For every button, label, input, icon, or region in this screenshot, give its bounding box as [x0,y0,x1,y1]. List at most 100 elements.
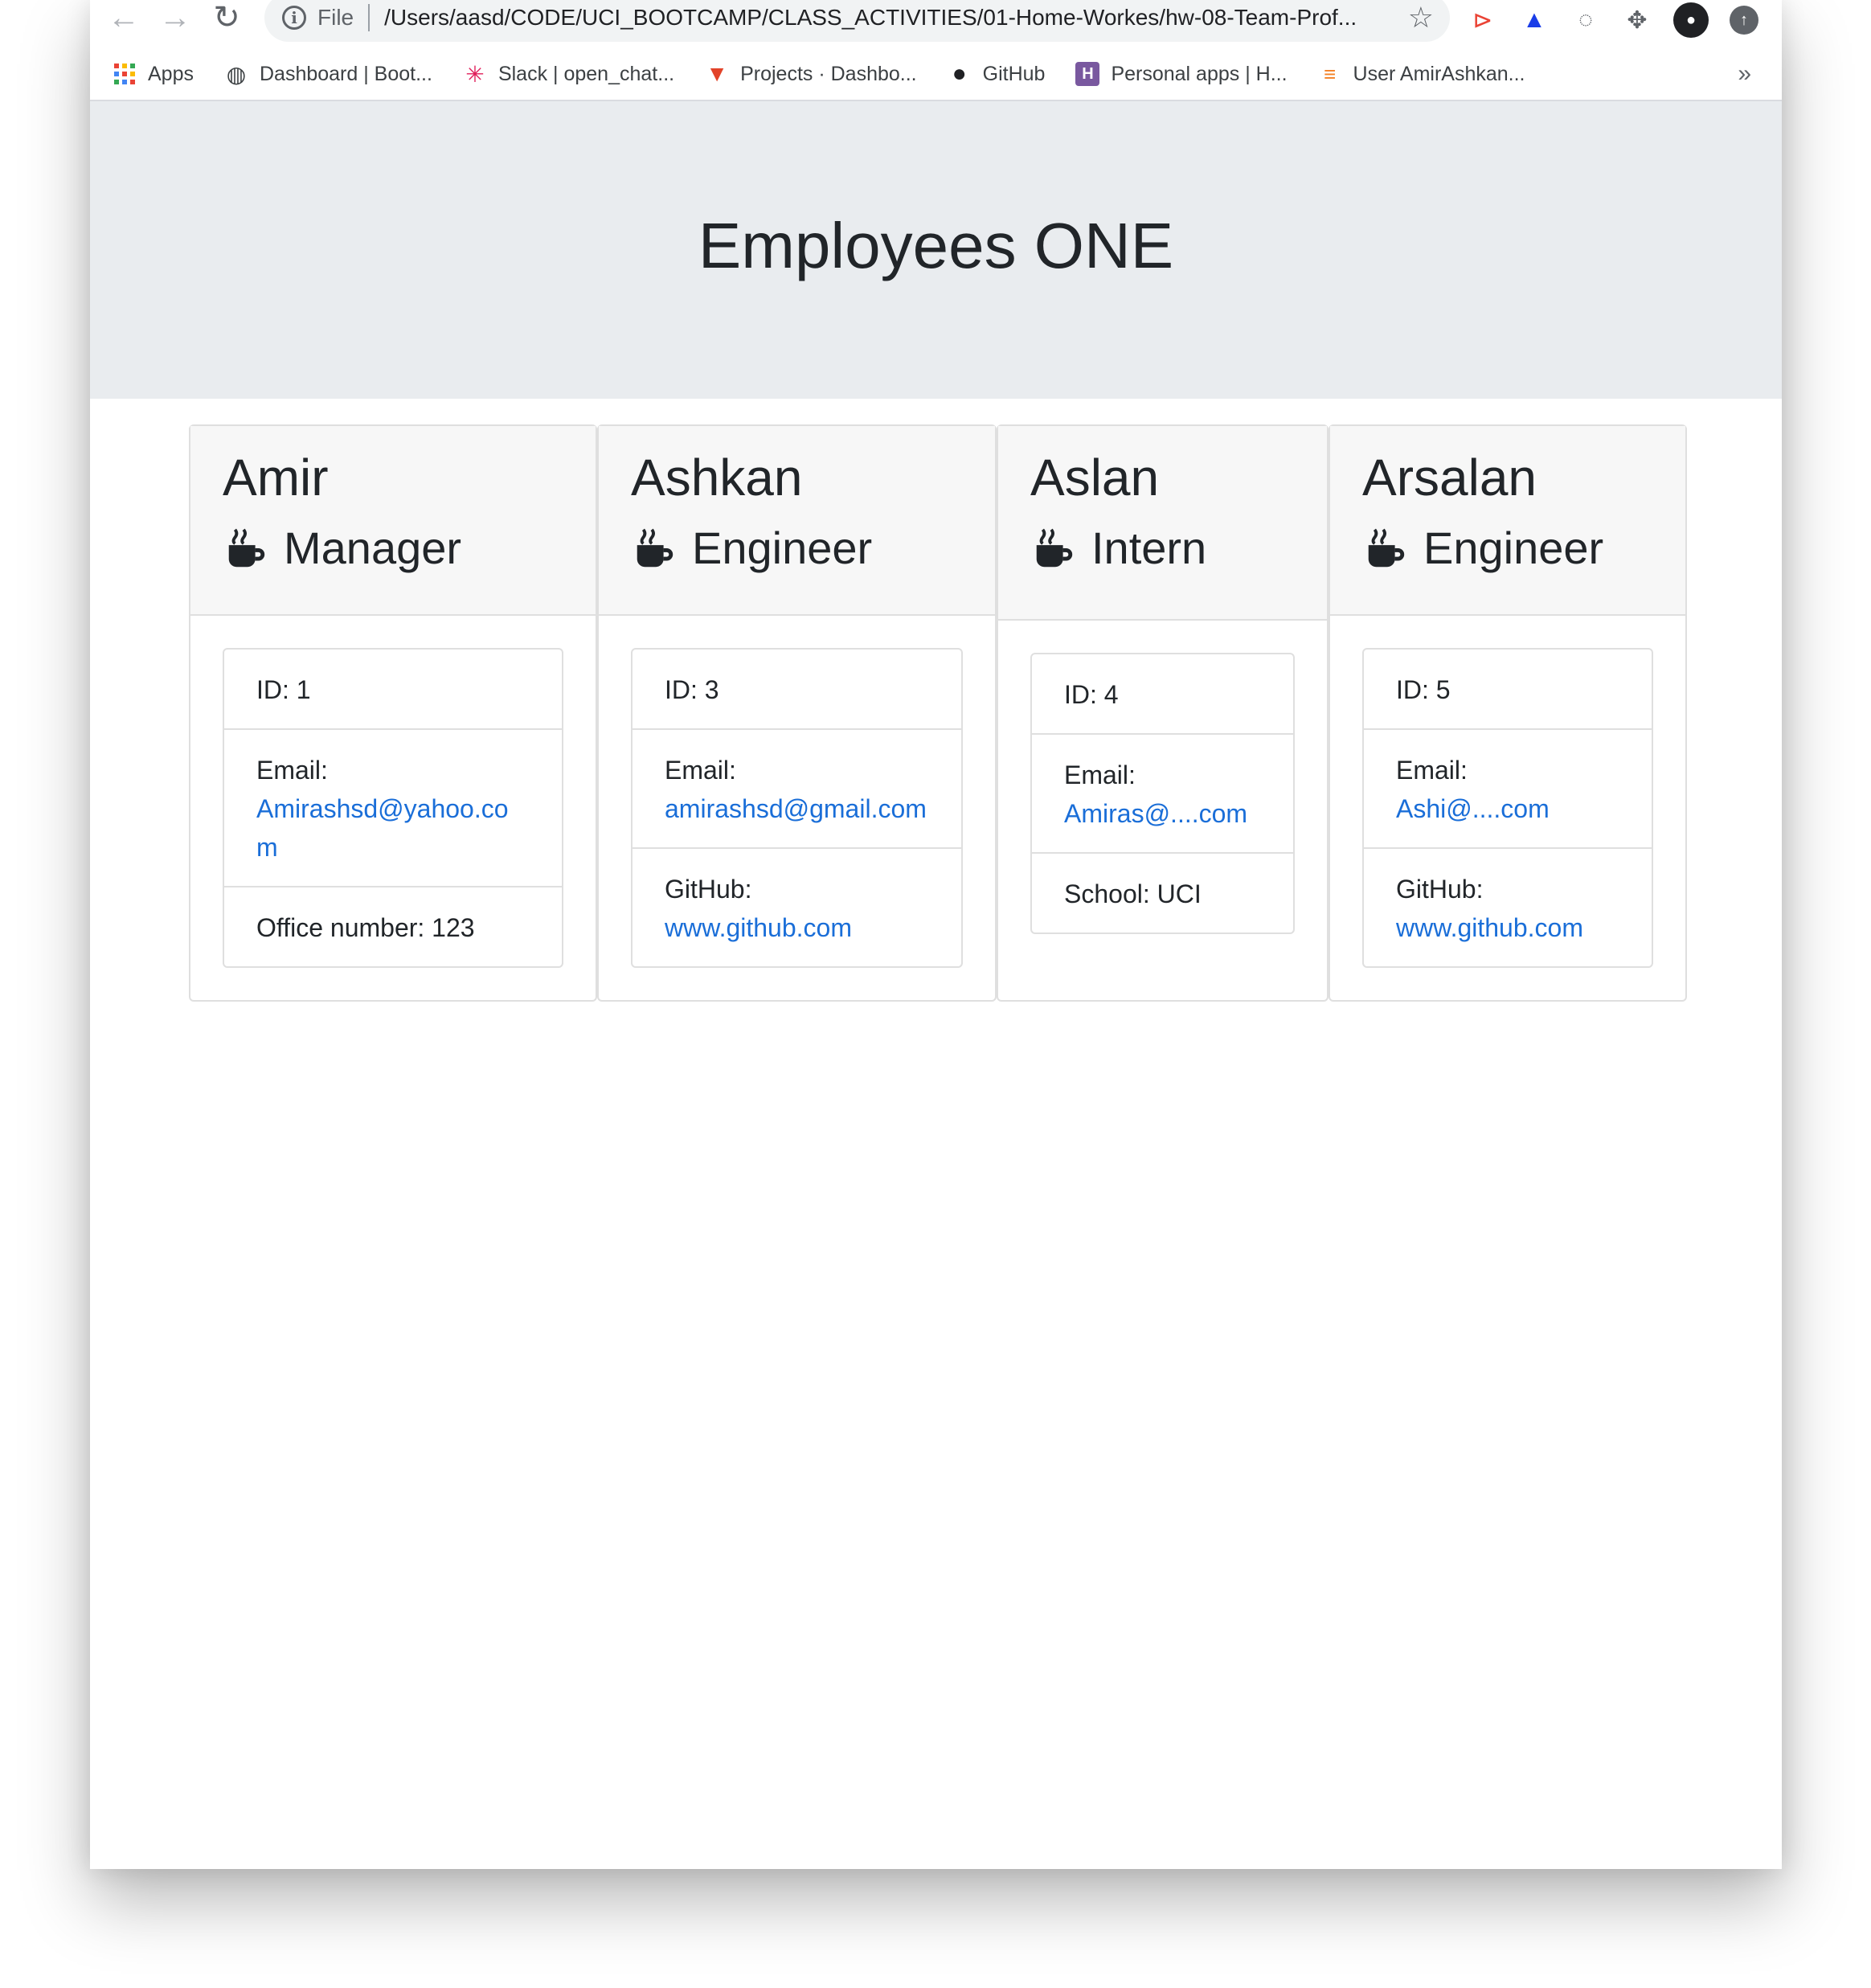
bookmark-slack[interactable]: ✳ Slack | open_chat... [463,61,675,87]
employee-name: Arsalan [1362,449,1537,506]
employee-role-label: Engineer [1423,523,1604,573]
card-header: Arsalan Engineer [1330,426,1685,616]
employee-email-item: Email: amirashsd@gmail.com [633,730,961,849]
page-title: Employees ONE [698,210,1174,281]
info-list: ID: 1 Email: Amirashsd@yahoo.com Office … [223,648,563,968]
card-body: ID: 4 Email: Amiras@....com School: UCI [998,621,1327,966]
bookmark-label: GitHub [982,62,1046,85]
extensions-area: ⊳ ▲ ◌ ✥ ● ↑ [1468,0,1758,40]
bookmark-label: Apps [148,62,194,85]
employee-name: Aslan [1030,449,1160,506]
jumbotron-header: Employees ONE [90,101,1782,399]
bookmark-gitlab[interactable]: ▼ Projects · Dashbo... [705,61,917,86]
globe-icon: ◍ [226,61,247,87]
slack-icon: ✳ [465,61,485,87]
github-label: GitHub: [665,875,752,904]
email-link[interactable]: Ashi@....com [1396,794,1550,823]
employee-id: ID: 5 [1364,650,1652,730]
card-header: Aslan Intern [998,426,1327,621]
employee-name: Ashkan [631,449,803,506]
puzzle-extensions-icon[interactable]: ✥ [1622,5,1652,35]
omnibox-divider [368,4,371,31]
reload-button[interactable]: ↻ [201,0,252,38]
employee-card: Amir Manager ID: 1 Email: Amirashsd@yaho… [189,424,597,1002]
github-label: GitHub: [1396,875,1484,904]
employee-role-label: Intern [1091,523,1207,573]
mug-icon [637,528,673,568]
github-item: GitHub: www.github.com [633,849,961,966]
mug-icon [228,528,265,568]
bookmark-label: Slack | open_chat... [497,62,675,85]
email-link[interactable]: Amirashsd@yahoo.com [256,794,509,862]
extension-circle-icon[interactable]: ◌ [1570,5,1601,35]
employee-role-label: Manager [284,523,462,573]
browser-toolbar: ← → ↻ i File /Users/aasd/CODE/UCI_BOOTCA… [90,0,1782,48]
bookmark-label: Dashboard | Boot... [259,62,432,85]
url-text[interactable]: /Users/aasd/CODE/UCI_BOOTCAMP/CLASS_ACTI… [384,5,1357,31]
update-arrow-icon[interactable]: ↑ [1730,6,1758,35]
bookmark-stackoverflow[interactable]: ≡ User AmirAshkan... [1318,62,1525,86]
extension-blue-triangle-icon[interactable]: ▲ [1519,5,1550,35]
employee-card: Ashkan Engineer ID: 3 Email: amirashsd@g… [597,424,997,1002]
employee-name: Amir [223,449,329,506]
info-icon[interactable]: i [282,6,306,30]
bookmark-star-icon[interactable]: ☆ [1408,1,1434,35]
office-number: Office number: 123 [256,913,475,942]
employee-card: Aslan Intern ID: 4 Email: Amiras@....com… [997,424,1329,1002]
employee-role: Engineer [631,519,963,577]
bookmark-label: User AmirAshkan... [1353,62,1525,85]
employee-email-item: Email: Ashi@....com [1364,730,1652,849]
info-list: ID: 3 Email: amirashsd@gmail.com GitHub:… [631,648,963,968]
info-list: ID: 5 Email: Ashi@....com GitHub: www.gi… [1362,648,1653,968]
stackoverflow-icon: ≡ [1323,61,1337,86]
employee-role: Intern [1030,519,1295,577]
extension-red-icon[interactable]: ⊳ [1468,5,1498,35]
employee-role: Manager [223,519,563,577]
bookmark-heroku[interactable]: H Personal apps | H... [1075,62,1288,86]
card-header: Ashkan Engineer [599,426,995,616]
email-label: Email: [256,756,328,785]
email-link[interactable]: amirashsd@gmail.com [665,794,927,823]
gitlab-icon: ▼ [706,61,728,86]
employee-id: ID: 4 [1032,654,1293,735]
github-item: GitHub: www.github.com [1364,849,1652,966]
github-link[interactable]: www.github.com [665,913,852,942]
employee-id: ID: 3 [633,650,961,730]
employee-email-item: Email: Amiras@....com [1032,735,1293,854]
bookmark-apps[interactable]: Apps [113,62,194,86]
heroku-icon: H [1075,62,1100,86]
page-content: Employees ONE Amir Manager ID: 1 Email: … [90,101,1782,1002]
employee-role: Engineer [1362,519,1653,577]
card-header: Amir Manager [190,426,596,616]
browser-window: ← → ↻ i File /Users/aasd/CODE/UCI_BOOTCA… [90,0,1782,1869]
bookmark-label: Projects · Dashbo... [740,62,917,85]
bookmark-dashboard[interactable]: ◍ Dashboard | Boot... [224,61,432,87]
mug-icon [1368,528,1405,568]
employee-cards: Amir Manager ID: 1 Email: Amirashsd@yaho… [189,424,1687,1002]
email-label: Email: [1396,756,1468,785]
github-icon: ● [952,60,967,87]
employee-card: Arsalan Engineer ID: 5 Email: Ashi@....c… [1329,424,1687,1002]
school: School: UCI [1064,879,1202,908]
info-list: ID: 4 Email: Amiras@....com School: UCI [1030,653,1295,934]
email-label: Email: [1064,760,1136,789]
forward-button[interactable]: → [149,0,201,38]
back-button[interactable]: ← [98,0,149,38]
address-bar[interactable]: i File /Users/aasd/CODE/UCI_BOOTCAMP/CLA… [264,0,1450,42]
employee-role-label: Engineer [692,523,873,573]
card-body: ID: 3 Email: amirashsd@gmail.com GitHub:… [599,616,995,1000]
bookmark-label: Personal apps | H... [1111,62,1288,85]
bookmarks-bar: Apps ◍ Dashboard | Boot... ✳ Slack | ope… [90,48,1782,101]
bookmark-github[interactable]: ● GitHub [948,60,1046,87]
file-scheme-label: File [317,5,354,30]
email-label: Email: [665,756,736,785]
mug-icon [1036,528,1073,568]
more-bookmarks-chevron-icon[interactable]: » [1738,60,1751,88]
email-link[interactable]: Amiras@....com [1064,799,1247,828]
apps-grid-icon [113,62,137,86]
profile-avatar-icon[interactable]: ● [1673,2,1709,38]
github-link[interactable]: www.github.com [1396,913,1583,942]
employee-email-item: Email: Amirashsd@yahoo.com [224,730,562,887]
employee-id: ID: 1 [224,650,562,730]
card-body: ID: 1 Email: Amirashsd@yahoo.com Office … [190,616,596,1000]
